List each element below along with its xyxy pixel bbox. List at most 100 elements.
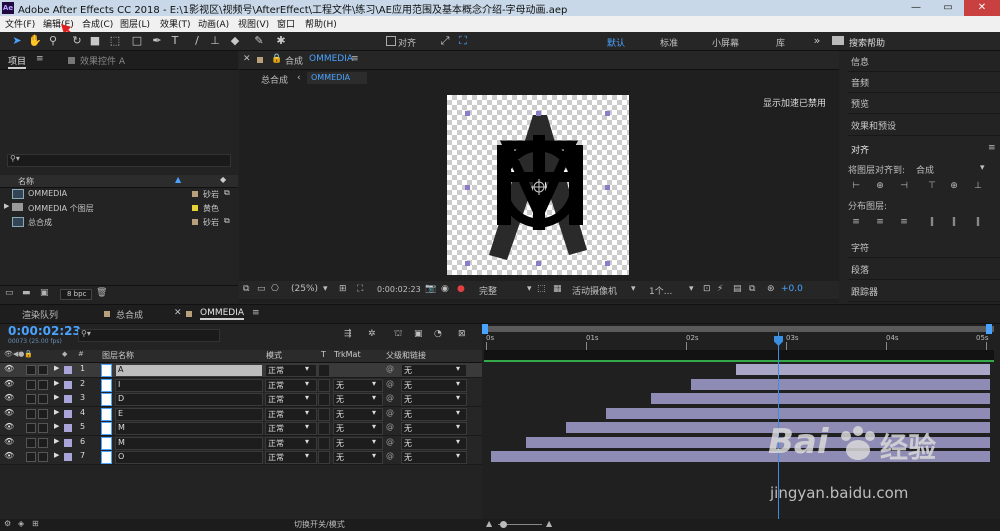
monitor-icon[interactable]: ▭ [257,284,266,294]
bounding-handle[interactable] [465,261,470,266]
preserve-transparency-toggle[interactable] [318,422,330,435]
snap-expand-icon[interactable]: ⛶ [456,34,470,48]
mode-dropdown[interactable]: 正常 [265,364,317,377]
menu-file[interactable]: 文件(F) [5,17,35,30]
solo-toggle[interactable] [26,452,36,462]
resolution-dropdown[interactable]: 完整 [479,284,497,297]
layer-row[interactable]: 👁 ▶ 7 O 正常 ▾ 无 ▾ @ 无 ▾ [0,450,482,465]
graph-editor-icon[interactable]: ⊠ [458,329,466,339]
bounding-handle[interactable] [536,111,541,116]
tracker-panel[interactable]: 跟踪器 [848,281,1000,302]
time-ruler[interactable]: 0s 01s 02s 03s 04s 05s [482,334,1000,350]
preserve-transparency-toggle[interactable] [318,378,330,392]
info-panel[interactable]: 信息 [848,51,1000,72]
column-name[interactable]: 名称 [18,176,34,187]
zoom-tool-icon[interactable]: ⚲ [46,34,60,48]
label-swatch[interactable] [64,453,72,461]
toggle-switches-modes[interactable]: 切换开关/模式 [294,519,345,530]
tab-composition-prefix[interactable]: 合成 [285,54,303,67]
frame-blending-icon[interactable]: ▣ [414,329,423,339]
expand-arrow-icon[interactable]: ▶ [54,393,59,404]
layer-name[interactable]: A [115,364,263,377]
distribute-top-icon[interactable]: ≡ [850,217,862,227]
mode-chevron-down-icon[interactable]: ▾ [305,422,309,433]
layer-name[interactable]: O [115,451,263,464]
roi-icon[interactable]: ⬚ [537,284,546,294]
parent-chevron-down-icon[interactable]: ▾ [456,379,460,390]
trkmat-chevron-down-icon[interactable]: ▾ [372,393,376,404]
pickwhip-icon[interactable]: @ [386,422,394,433]
camera-dropdown[interactable]: 活动摄像机 [572,284,617,297]
mode-chevron-down-icon[interactable]: ▾ [305,437,309,448]
current-timecode[interactable]: 0:00:02:23 [8,324,81,338]
mode-dropdown[interactable]: 正常 [265,436,317,450]
menu-animation[interactable]: 动画(A) [198,17,229,30]
character-panel[interactable]: 字符 [848,237,1000,258]
draft-3d-icon[interactable]: ✲ [368,329,376,339]
trkmat-chevron-down-icon[interactable]: ▾ [372,422,376,433]
layer-name[interactable]: D [115,393,263,406]
label-swatch[interactable] [192,219,198,225]
preview-panel[interactable]: 预览 [848,93,1000,114]
maximize-button[interactable]: ▭ [932,0,964,16]
selection-tool-icon[interactable]: ➤ [10,34,24,48]
mask-visibility-icon[interactable]: ⎔ [271,284,279,294]
work-area-start-handle[interactable] [482,324,488,334]
audio-panel[interactable]: 音频 [848,72,1000,93]
snapshot-icon[interactable]: 📷 [425,284,436,294]
roto-brush-tool-icon[interactable]: ✎ [252,34,266,48]
mode-chevron-down-icon[interactable]: ▾ [305,451,309,462]
label-swatch[interactable] [192,205,198,211]
interpret-footage-icon[interactable]: ▭ [5,288,14,298]
bounding-handle[interactable] [605,185,610,190]
trkmat-chevron-down-icon[interactable]: ▾ [372,437,376,448]
preserve-transparency-toggle[interactable] [318,407,330,421]
current-time-display[interactable]: 0:00:02:23 [377,285,421,294]
hand-tool-icon[interactable]: ✋ [28,34,42,48]
effects-presets-panel[interactable]: 效果和预设 [848,115,1000,136]
workspace-default[interactable]: 默认 [607,36,625,49]
parent-chevron-down-icon[interactable]: ▾ [456,422,460,433]
pickwhip-icon[interactable]: @ [386,437,394,448]
lock-toggle[interactable] [38,423,48,433]
bounding-handle[interactable] [465,111,470,116]
search-help-field[interactable]: 搜索帮助 [847,34,997,49]
safe-zones-icon[interactable]: ⊞ [339,284,347,294]
workspace-small-screen[interactable]: 小屏幕 [712,36,739,49]
layer-row[interactable]: 👁 ▶ 4 E 正常 ▾ 无 ▾ @ 无 ▾ [0,406,482,422]
solo-toggle[interactable] [26,437,36,448]
parent-chevron-down-icon[interactable]: ▾ [456,364,460,375]
bounding-handle[interactable] [605,261,610,266]
toggle-pixel-icon[interactable]: ⊡ [703,284,711,294]
preserve-transparency-toggle[interactable] [318,393,330,406]
zoom-in-icon[interactable]: ▲ [546,519,552,528]
transfer-controls-icon[interactable]: ◈ [18,519,24,528]
mode-chevron-down-icon[interactable]: ▾ [305,408,309,419]
breadcrumb-parent[interactable]: 总合成 [261,73,288,86]
column-trkmat[interactable]: TrkMat [334,350,361,359]
comp-flowchart-icon[interactable]: ⇶ [344,329,352,339]
close-button[interactable]: ✕ [964,0,1000,16]
pan-behind-tool-icon[interactable]: ⬚ [108,34,122,48]
exposure-value[interactable]: +0.0 [781,284,803,294]
distribute-bottom-icon[interactable]: ≡ [898,217,910,227]
layer-row[interactable]: 👁 ▶ 6 M 正常 ▾ 无 ▾ @ 无 ▾ [0,435,482,451]
timeline-icon[interactable]: ▤ [733,284,742,294]
camera-chevron-down-icon[interactable]: ▾ [631,284,636,294]
label-swatch[interactable] [64,366,72,374]
work-area-bar[interactable] [484,326,994,332]
fast-preview-icon[interactable]: ⚡ [717,284,723,294]
project-item[interactable]: OMMEDIA 砂岩 ⧉ [0,188,236,200]
layer-row[interactable]: 👁 ▶ 5 M 正常 ▾ 无 ▾ @ 无 ▾ [0,421,482,436]
preserve-transparency-toggle[interactable] [318,451,330,464]
mode-chevron-down-icon[interactable]: ▾ [305,364,309,375]
mode-chevron-down-icon[interactable]: ▾ [305,379,309,390]
zoom-chevron-down-icon[interactable]: ▾ [323,284,328,294]
mode-dropdown[interactable]: 正常 [265,393,317,406]
column-mode[interactable]: 模式 [266,350,282,361]
eye-icon[interactable]: 👁 [4,437,14,448]
trkmat-chevron-down-icon[interactable]: ▾ [372,451,376,462]
delete-icon[interactable]: 🗑 [96,288,107,298]
align-top-icon[interactable]: ⊤ [926,181,938,191]
layer-name[interactable]: I [115,378,263,392]
